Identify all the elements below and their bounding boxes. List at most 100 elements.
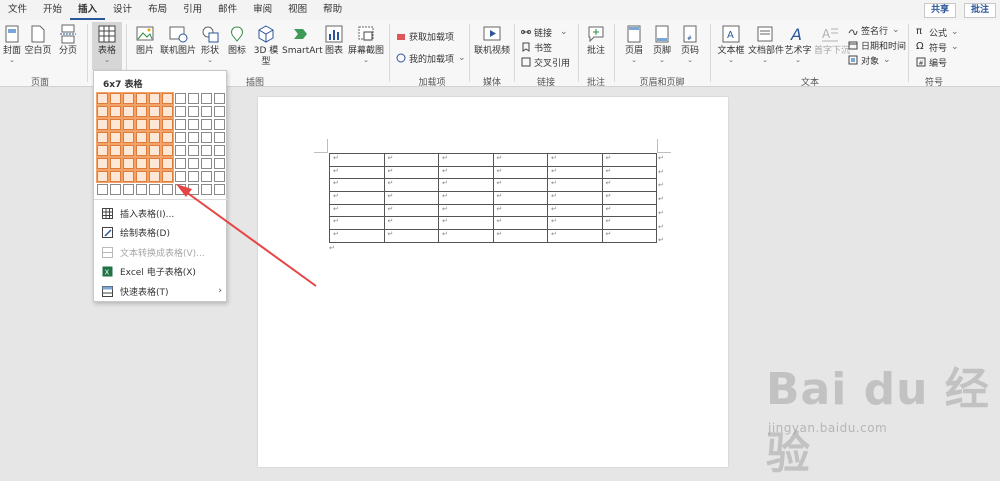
- grid-cell[interactable]: [136, 184, 147, 195]
- grid-cell[interactable]: [188, 106, 199, 117]
- shapes-button[interactable]: 形状 ⌄: [198, 24, 222, 64]
- grid-cell[interactable]: [188, 145, 199, 156]
- grid-cell[interactable]: [201, 132, 212, 143]
- table-cell[interactable]: ↵: [329, 178, 385, 193]
- table-cell[interactable]: ↵: [438, 191, 494, 205]
- grid-cell[interactable]: [175, 119, 186, 130]
- document-page[interactable]: ↵ ↵ ↵ ↵ ↵ ↵ ↵ ↵ ↵ ↵ ↵ ↵ ↵ ↵ ↵ ↵ ↵ ↵ ↵ ↵ ↵ ↵ ↵ ↵ ↵ ↵ ↵ ↵ ↵ ↵ ↵ ↵ ↵ ↵ ↵ ↵ ↵ ↵ ↵ ↵…: [258, 97, 728, 467]
- grid-cell[interactable]: [201, 106, 212, 117]
- table-cell[interactable]: ↵: [492, 178, 548, 193]
- grid-cell[interactable]: [162, 171, 173, 182]
- table-cell[interactable]: ↵: [329, 191, 385, 205]
- wordart-button[interactable]: A 艺术字 ⌄: [784, 24, 812, 64]
- grid-cell[interactable]: [149, 93, 160, 104]
- grid-cell[interactable]: [162, 119, 173, 130]
- grid-cell[interactable]: [214, 145, 225, 156]
- numbering-button[interactable]: # 编号: [916, 56, 947, 69]
- online-video-button[interactable]: 联机视频: [474, 24, 510, 57]
- table-cell[interactable]: ↵: [438, 165, 494, 180]
- table-cell[interactable]: ↵: [601, 153, 657, 167]
- dropdown-item[interactable]: X Excel 电子表格(X): [94, 263, 228, 281]
- grid-cell[interactable]: [97, 119, 108, 130]
- grid-cell[interactable]: [97, 132, 108, 143]
- table-cell[interactable]: ↵: [383, 216, 439, 231]
- table-cell[interactable]: ↵: [383, 178, 439, 193]
- chart-button[interactable]: 图表: [322, 24, 346, 57]
- grid-cell[interactable]: [214, 132, 225, 143]
- menu-item[interactable]: 开始: [35, 0, 70, 20]
- grid-cell[interactable]: [110, 158, 121, 169]
- table-cell[interactable]: ↵: [438, 229, 494, 243]
- table-cell[interactable]: ↵: [329, 216, 385, 231]
- cover-page-button[interactable]: 封面 ⌄: [2, 24, 22, 64]
- dropdown-item[interactable]: 文本转换成表格(V)...: [94, 243, 228, 261]
- grid-cell[interactable]: [136, 171, 147, 182]
- grid-cell[interactable]: [110, 93, 121, 104]
- grid-cell[interactable]: [188, 158, 199, 169]
- menu-item[interactable]: 引用: [175, 0, 210, 20]
- grid-cell[interactable]: [201, 171, 212, 182]
- grid-cell[interactable]: [136, 119, 147, 130]
- grid-cell[interactable]: [136, 145, 147, 156]
- link-button[interactable]: 链接 ⌄: [521, 26, 568, 39]
- table-cell[interactable]: ↵: [492, 165, 548, 180]
- signature-line-button[interactable]: 签名行 ⌄: [848, 24, 900, 37]
- table-cell[interactable]: ↵: [492, 229, 548, 243]
- table-cell[interactable]: ↵: [601, 178, 657, 193]
- grid-cell[interactable]: [149, 106, 160, 117]
- comments-button[interactable]: 批注: [963, 3, 996, 18]
- menu-item[interactable]: 布局: [140, 0, 175, 20]
- grid-cell[interactable]: [214, 158, 225, 169]
- grid-cell[interactable]: [214, 93, 225, 104]
- get-addins-button[interactable]: 获取加载项: [396, 30, 454, 43]
- grid-cell[interactable]: [214, 171, 225, 182]
- grid-cell[interactable]: [149, 132, 160, 143]
- grid-cell[interactable]: [188, 171, 199, 182]
- grid-cell[interactable]: [149, 145, 160, 156]
- grid-cell[interactable]: [162, 158, 173, 169]
- table-cell[interactable]: ↵: [601, 165, 657, 180]
- my-addins-button[interactable]: 我的加载项 ⌄: [396, 52, 466, 65]
- table-cell[interactable]: ↵: [601, 191, 657, 205]
- grid-cell[interactable]: [175, 171, 186, 182]
- grid-cell[interactable]: [149, 184, 160, 195]
- table-cell[interactable]: ↵: [547, 191, 603, 205]
- grid-cell[interactable]: [97, 145, 108, 156]
- grid-cell[interactable]: [201, 93, 212, 104]
- grid-cell[interactable]: [175, 158, 186, 169]
- smartart-button[interactable]: SmartArt: [282, 24, 323, 57]
- grid-cell[interactable]: [136, 93, 147, 104]
- table-cell[interactable]: ↵: [492, 203, 548, 218]
- table-cell[interactable]: ↵: [329, 153, 385, 167]
- grid-cell[interactable]: [188, 132, 199, 143]
- grid-cell[interactable]: [123, 106, 134, 117]
- page-break-button[interactable]: 分页: [56, 24, 80, 57]
- grid-cell[interactable]: [188, 93, 199, 104]
- grid-cell[interactable]: [110, 106, 121, 117]
- grid-cell[interactable]: [175, 145, 186, 156]
- grid-cell[interactable]: [110, 184, 121, 195]
- grid-cell[interactable]: [97, 106, 108, 117]
- grid-cell[interactable]: [123, 119, 134, 130]
- grid-cell[interactable]: [201, 184, 212, 195]
- table-cell[interactable]: ↵: [383, 191, 439, 205]
- grid-cell[interactable]: [110, 132, 121, 143]
- icons-button[interactable]: 图标: [226, 24, 248, 57]
- table-cell[interactable]: ↵: [438, 153, 494, 167]
- table-cell[interactable]: ↵: [601, 216, 657, 231]
- table-cell[interactable]: ↵: [383, 153, 439, 167]
- grid-cell[interactable]: [201, 145, 212, 156]
- date-time-button[interactable]: 日期和时间: [848, 39, 906, 52]
- bookmark-button[interactable]: 书签: [521, 41, 552, 54]
- grid-cell[interactable]: [201, 158, 212, 169]
- grid-cell[interactable]: [162, 106, 173, 117]
- dropdown-item[interactable]: 绘制表格(D): [94, 224, 228, 242]
- new-comment-button[interactable]: 批注: [584, 24, 608, 57]
- menu-item[interactable]: 插入: [70, 0, 106, 20]
- table-size-grid[interactable]: [97, 93, 225, 195]
- document-table[interactable]: ↵ ↵ ↵ ↵ ↵ ↵ ↵ ↵ ↵ ↵ ↵ ↵ ↵ ↵ ↵ ↵ ↵ ↵ ↵ ↵ ↵ ↵ ↵ ↵ ↵ ↵ ↵ ↵ ↵ ↵ ↵ ↵ ↵ ↵ ↵ ↵ ↵ ↵ ↵ ↵…: [329, 153, 657, 243]
- grid-cell[interactable]: [123, 184, 134, 195]
- grid-cell[interactable]: [123, 132, 134, 143]
- grid-cell[interactable]: [201, 119, 212, 130]
- cross-reference-button[interactable]: 交叉引用: [521, 56, 570, 69]
